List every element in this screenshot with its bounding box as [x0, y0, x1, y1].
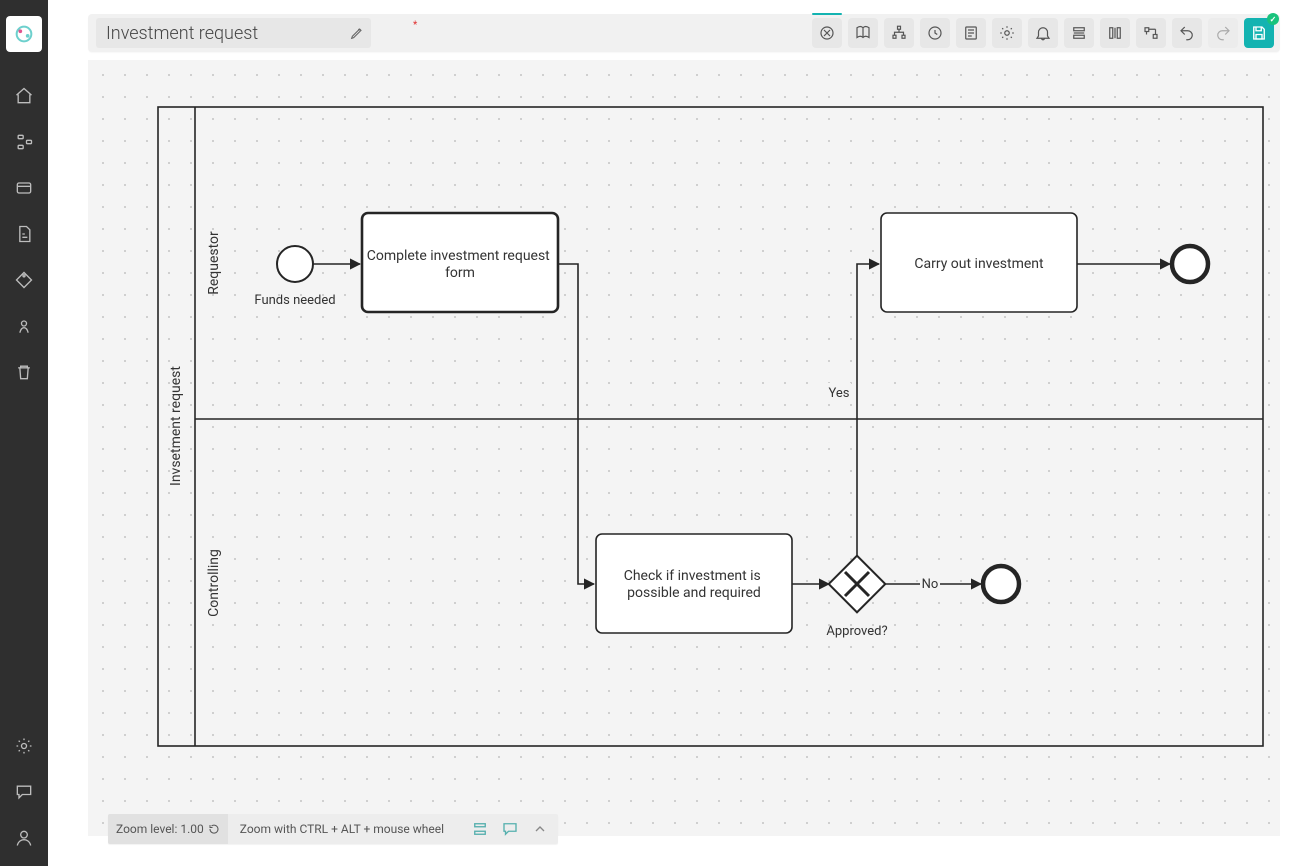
bpmn-diagram[interactable]: Invsetment request Requestor Controlling…: [88, 60, 1280, 836]
tool-settings[interactable]: [992, 18, 1022, 48]
unsaved-indicator: *: [413, 20, 417, 31]
task-check-label: Check if investment is possible and requ…: [624, 568, 765, 601]
tool-structure[interactable]: [884, 18, 914, 48]
nav-feedback-icon[interactable]: [10, 778, 38, 806]
flow-task1-to-check[interactable]: [558, 264, 594, 584]
nav-trash-icon[interactable]: [10, 358, 38, 386]
statusbar-collapse-icon[interactable]: [528, 817, 552, 841]
tool-distribute[interactable]: [1136, 18, 1166, 48]
tool-undo[interactable]: [1172, 18, 1202, 48]
statusbar: Zoom level: 1.00 Zoom with CTRL + ALT + …: [108, 814, 558, 844]
start-event-label[interactable]: Funds needed: [254, 293, 335, 308]
statusbar-layout-icon[interactable]: [468, 817, 492, 841]
canvas-viewport[interactable]: Invsetment request Requestor Controlling…: [88, 60, 1280, 836]
diagram-title-field[interactable]: Investment request: [96, 18, 371, 48]
gateway-label[interactable]: Approved?: [826, 624, 887, 639]
pool-label[interactable]: Invsetment request: [168, 366, 184, 486]
edit-title-icon[interactable]: [349, 25, 365, 41]
nav-strategy-icon[interactable]: [10, 312, 38, 340]
nav-reports-icon[interactable]: [10, 220, 38, 248]
reset-zoom-icon[interactable]: [208, 823, 220, 835]
tool-redo: [1208, 18, 1238, 48]
tool-notifications[interactable]: [1028, 18, 1058, 48]
statusbar-comments-icon[interactable]: [498, 817, 522, 841]
toolbar: ✓: [812, 18, 1274, 48]
tool-documentation[interactable]: [848, 18, 878, 48]
nav-tags-icon[interactable]: [10, 266, 38, 294]
nav-settings-icon[interactable]: [10, 732, 38, 760]
lane-requestor-label[interactable]: Requestor: [206, 231, 222, 295]
nav-dictionary-icon[interactable]: [10, 174, 38, 202]
logo-icon: [13, 23, 35, 45]
app-logo[interactable]: [6, 16, 42, 52]
editor-main: Investment request *: [48, 0, 1300, 866]
end-event-top[interactable]: [1172, 246, 1208, 282]
lane-controlling-label[interactable]: Controlling: [206, 549, 222, 617]
topbar: Investment request *: [88, 14, 1280, 52]
tool-align-v[interactable]: [1100, 18, 1130, 48]
flow-gateway-yes[interactable]: [857, 264, 879, 556]
save-ok-badge: ✓: [1267, 13, 1279, 25]
gateway-approved[interactable]: [829, 556, 886, 613]
diagram-title-text: Investment request: [106, 23, 349, 44]
end-event-bottom[interactable]: [983, 566, 1019, 602]
edge-label-no[interactable]: No: [922, 577, 939, 592]
tool-align-h[interactable]: [1064, 18, 1094, 48]
sidebar: [0, 0, 48, 866]
nav-account-icon[interactable]: [10, 824, 38, 852]
zoom-label: Zoom level: 1.00: [116, 822, 204, 836]
tool-modeler[interactable]: [812, 18, 842, 48]
task-carry-out-label: Carry out investment: [914, 256, 1044, 272]
tool-details[interactable]: [956, 18, 986, 48]
edge-label-yes[interactable]: Yes: [829, 386, 850, 401]
save-button[interactable]: ✓: [1244, 18, 1274, 48]
zoom-hint: Zoom with CTRL + ALT + mouse wheel: [228, 822, 456, 836]
nav-home-icon[interactable]: [10, 82, 38, 110]
tool-history[interactable]: [920, 18, 950, 48]
start-event[interactable]: [277, 246, 313, 282]
nav-processes-icon[interactable]: [10, 128, 38, 156]
